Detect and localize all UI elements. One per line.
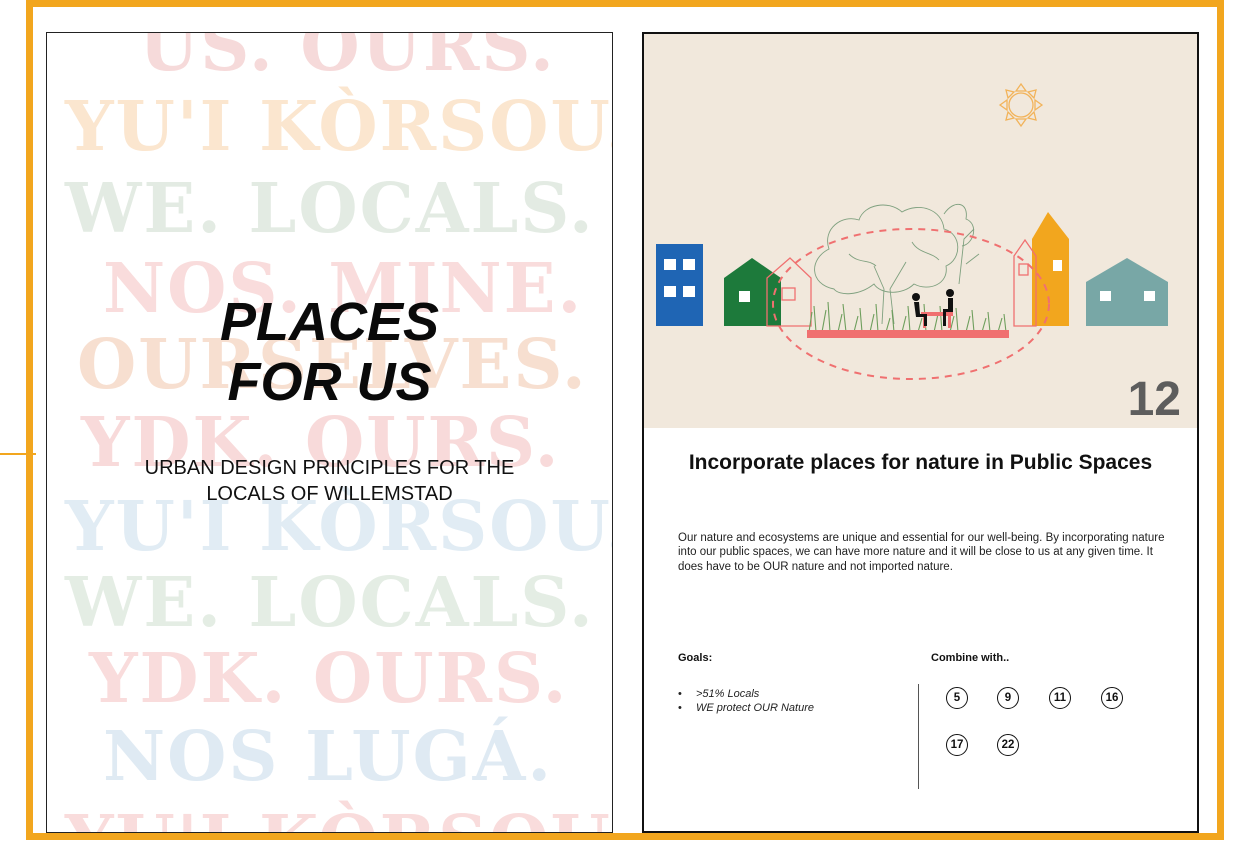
principle-body: Our nature and ecosystems are unique and…: [678, 532, 1165, 573]
background-wordmark: US. OURS. YU'I KÒRSOU. WE. LOCALS. NOS. …: [47, 33, 612, 832]
combine-chip[interactable]: 17: [946, 734, 968, 756]
goals-heading: Goals:: [678, 652, 713, 664]
grass-patch: [808, 301, 1007, 333]
column-divider: [918, 684, 919, 789]
people-bench-icon: [912, 289, 954, 328]
background-word: WE. LOCALS.: [65, 169, 595, 249]
goal-text: >51% Locals: [696, 688, 760, 700]
platform-bar: [807, 330, 1009, 338]
combine-chip[interactable]: 11: [1049, 687, 1071, 709]
cover-subtitle-line-1: URBAN DESIGN PRINCIPLES FOR THE: [144, 457, 515, 479]
combine-chip[interactable]: 16: [1101, 687, 1123, 709]
background-word: US. OURS.: [139, 32, 556, 87]
background-word: YDK. OURS.: [89, 639, 569, 719]
cover-card: US. OURS. YU'I KÒRSOU. WE. LOCALS. NOS. …: [46, 32, 613, 833]
combine-chip[interactable]: 9: [997, 687, 1019, 709]
principle-title: Incorporate places for nature in Public …: [688, 451, 1153, 474]
focus-ellipse: [772, 228, 1050, 380]
street-scene: [656, 82, 1168, 380]
background-word: WE. LOCALS.: [65, 563, 595, 643]
teal-house: [1086, 258, 1168, 326]
goal-text: WE protect OUR Nature: [696, 701, 814, 714]
cover-subtitle-line-2: LOCALS OF WILLEMSTAD: [206, 483, 453, 505]
goals-list: • >51% Locals • WE protect OUR Nature: [678, 688, 814, 716]
green-house: [724, 258, 781, 326]
tree-icon: [814, 204, 980, 325]
blue-building: [656, 244, 703, 326]
cover-title-line-1: PLACES: [219, 292, 440, 352]
combine-heading: Combine with..: [931, 652, 1010, 664]
principle-card: 12 Incorporate places for nature in Publ…: [642, 32, 1199, 833]
goal-item: • WE protect OUR Nature: [678, 701, 814, 714]
cover-title-line-2: FOR US: [227, 352, 432, 412]
background-word: YU'I KÒRSOU.: [65, 807, 612, 832]
background-word: YU'I KÒRSOU.: [65, 87, 613, 167]
combine-chip[interactable]: 22: [997, 734, 1019, 756]
background-word: NOS LUGÁ.: [103, 717, 554, 797]
edge-rule: [0, 453, 36, 455]
combine-chip[interactable]: 5: [946, 687, 968, 709]
orange-house: [1032, 212, 1069, 326]
sun-icon: [998, 82, 1044, 128]
principle-illustration: [644, 34, 1197, 428]
goal-item: • >51% Locals: [678, 688, 760, 700]
principle-number: 12: [1127, 373, 1181, 426]
